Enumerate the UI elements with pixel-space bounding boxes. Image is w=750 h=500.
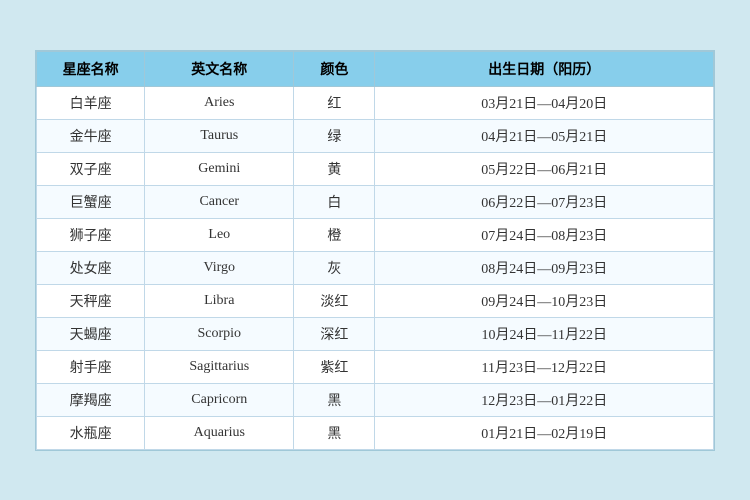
table-row: 水瓶座Aquarius黑01月21日—02月19日: [37, 416, 714, 449]
table-row: 狮子座Leo橙07月24日—08月23日: [37, 218, 714, 251]
cell-chinese: 水瓶座: [37, 416, 145, 449]
header-color: 颜色: [294, 51, 375, 86]
cell-english: Cancer: [145, 185, 294, 218]
cell-color: 黄: [294, 152, 375, 185]
table-row: 金牛座Taurus绿04月21日—05月21日: [37, 119, 714, 152]
cell-color: 绿: [294, 119, 375, 152]
cell-chinese: 摩羯座: [37, 383, 145, 416]
cell-english: Aries: [145, 86, 294, 119]
cell-date: 12月23日—01月22日: [375, 383, 714, 416]
cell-chinese: 天秤座: [37, 284, 145, 317]
cell-chinese: 巨蟹座: [37, 185, 145, 218]
table-row: 天蝎座Scorpio深红10月24日—11月22日: [37, 317, 714, 350]
table-row: 巨蟹座Cancer白06月22日—07月23日: [37, 185, 714, 218]
cell-english: Capricorn: [145, 383, 294, 416]
cell-date: 11月23日—12月22日: [375, 350, 714, 383]
cell-english: Taurus: [145, 119, 294, 152]
header-english: 英文名称: [145, 51, 294, 86]
cell-chinese: 射手座: [37, 350, 145, 383]
table-row: 天秤座Libra淡红09月24日—10月23日: [37, 284, 714, 317]
cell-english: Aquarius: [145, 416, 294, 449]
header-date: 出生日期（阳历）: [375, 51, 714, 86]
cell-chinese: 处女座: [37, 251, 145, 284]
cell-color: 白: [294, 185, 375, 218]
cell-english: Leo: [145, 218, 294, 251]
cell-date: 06月22日—07月23日: [375, 185, 714, 218]
cell-date: 03月21日—04月20日: [375, 86, 714, 119]
cell-english: Libra: [145, 284, 294, 317]
table-row: 摩羯座Capricorn黑12月23日—01月22日: [37, 383, 714, 416]
zodiac-table-container: 星座名称 英文名称 颜色 出生日期（阳历） 白羊座Aries红03月21日—04…: [35, 50, 715, 451]
cell-color: 黑: [294, 416, 375, 449]
header-chinese: 星座名称: [37, 51, 145, 86]
table-header-row: 星座名称 英文名称 颜色 出生日期（阳历）: [37, 51, 714, 86]
cell-chinese: 天蝎座: [37, 317, 145, 350]
cell-color: 红: [294, 86, 375, 119]
cell-color: 紫红: [294, 350, 375, 383]
cell-english: Virgo: [145, 251, 294, 284]
cell-date: 07月24日—08月23日: [375, 218, 714, 251]
cell-date: 05月22日—06月21日: [375, 152, 714, 185]
cell-chinese: 白羊座: [37, 86, 145, 119]
cell-date: 04月21日—05月21日: [375, 119, 714, 152]
cell-date: 09月24日—10月23日: [375, 284, 714, 317]
zodiac-table: 星座名称 英文名称 颜色 出生日期（阳历） 白羊座Aries红03月21日—04…: [36, 51, 714, 450]
cell-color: 黑: [294, 383, 375, 416]
cell-english: Gemini: [145, 152, 294, 185]
cell-date: 10月24日—11月22日: [375, 317, 714, 350]
cell-chinese: 狮子座: [37, 218, 145, 251]
cell-color: 深红: [294, 317, 375, 350]
cell-color: 橙: [294, 218, 375, 251]
cell-chinese: 双子座: [37, 152, 145, 185]
cell-date: 08月24日—09月23日: [375, 251, 714, 284]
cell-color: 灰: [294, 251, 375, 284]
table-row: 射手座Sagittarius紫红11月23日—12月22日: [37, 350, 714, 383]
table-row: 白羊座Aries红03月21日—04月20日: [37, 86, 714, 119]
table-row: 处女座Virgo灰08月24日—09月23日: [37, 251, 714, 284]
cell-color: 淡红: [294, 284, 375, 317]
table-row: 双子座Gemini黄05月22日—06月21日: [37, 152, 714, 185]
cell-english: Scorpio: [145, 317, 294, 350]
cell-chinese: 金牛座: [37, 119, 145, 152]
cell-english: Sagittarius: [145, 350, 294, 383]
cell-date: 01月21日—02月19日: [375, 416, 714, 449]
